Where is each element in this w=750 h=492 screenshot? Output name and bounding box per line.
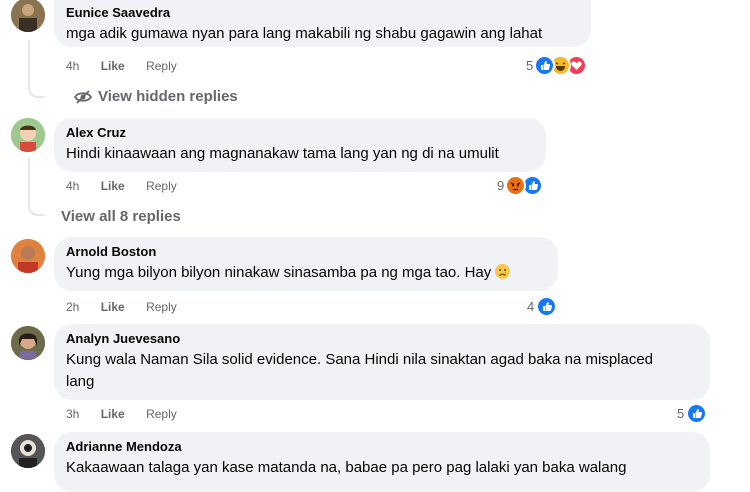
comment-author[interactable]: Adrianne Mendoza [66, 439, 698, 455]
like-button[interactable]: Like [101, 59, 125, 73]
reaction-count[interactable]: 9 [497, 178, 504, 194]
reaction-count[interactable]: 4 [527, 299, 534, 315]
reply-button[interactable]: Reply [146, 179, 177, 193]
angry-icon [505, 175, 526, 196]
sad-face-icon [495, 264, 511, 279]
comment-text: Hindi kinaawaan ang magnanakaw tama lang… [66, 145, 499, 162]
view-hidden-replies-link[interactable]: View hidden replies [74, 88, 238, 106]
comment-bubble: Eunice Saavedra mga adik gumawa nyan par… [54, 0, 591, 47]
comment-time[interactable]: 3h [66, 407, 79, 421]
avatar[interactable] [11, 118, 45, 152]
comment-actions: 4h Like Reply [66, 59, 195, 73]
comment-text: Yung mga bilyon bilyon ninakaw sinasamba… [66, 262, 546, 284]
comment-text-line: lang [66, 373, 95, 390]
like-button[interactable]: Like [101, 300, 125, 314]
view-hidden-replies-label: View hidden replies [98, 88, 238, 105]
reply-button[interactable]: Reply [146, 59, 177, 73]
comment-time[interactable]: 4h [66, 59, 79, 73]
comment-time[interactable]: 2h [66, 300, 79, 314]
reaction-count[interactable]: 5 [526, 58, 533, 74]
eye-slash-icon [74, 90, 92, 104]
comment-author[interactable]: Analyn Juevesano [66, 331, 698, 347]
comment-text: Kung wala Naman Sila solid evidence. San… [66, 349, 698, 393]
avatar[interactable] [11, 434, 45, 468]
comment-actions: 3h Like Reply [66, 407, 195, 421]
comment-bubble: Arnold Boston Yung mga bilyon bilyon nin… [54, 237, 558, 291]
comment-bubble: Analyn Juevesano Kung wala Naman Sila so… [54, 324, 710, 400]
comment-author[interactable]: Arnold Boston [66, 244, 546, 260]
reaction-count[interactable]: 5 [677, 406, 684, 422]
comment-text-content: Yung mga bilyon bilyon ninakaw sinasamba… [66, 264, 492, 281]
reply-button[interactable]: Reply [146, 407, 177, 421]
like-button[interactable]: Like [101, 179, 125, 193]
avatar[interactable] [11, 326, 45, 360]
like-icon [534, 55, 555, 76]
comment-author[interactable]: Alex Cruz [66, 125, 534, 141]
view-all-replies-link[interactable]: View all 8 replies [61, 208, 181, 226]
comment-bubble: Adrianne Mendoza Kakaawaan talaga yan ka… [54, 432, 710, 492]
avatar[interactable] [11, 0, 45, 32]
comment-bubble: Alex Cruz Hindi kinaawaan ang magnanakaw… [54, 118, 546, 172]
thread-line [28, 40, 44, 98]
comment-actions: 4h Like Reply [66, 179, 195, 193]
like-icon [686, 403, 707, 424]
thread-line [28, 158, 44, 216]
comment-text: mga adik gumawa nyan para lang makabili … [66, 25, 543, 42]
like-icon [536, 296, 557, 317]
comment-actions: 2h Like Reply [66, 300, 195, 314]
comment-text: Kakaawaan talaga yan kase matanda na, ba… [66, 459, 627, 476]
comment-time[interactable]: 4h [66, 179, 79, 193]
avatar[interactable] [11, 239, 45, 273]
like-button[interactable]: Like [101, 407, 125, 421]
comment-author[interactable]: Eunice Saavedra [66, 5, 579, 21]
reply-button[interactable]: Reply [146, 300, 177, 314]
comment-text-line: Kung wala Naman Sila solid evidence. San… [66, 351, 654, 368]
